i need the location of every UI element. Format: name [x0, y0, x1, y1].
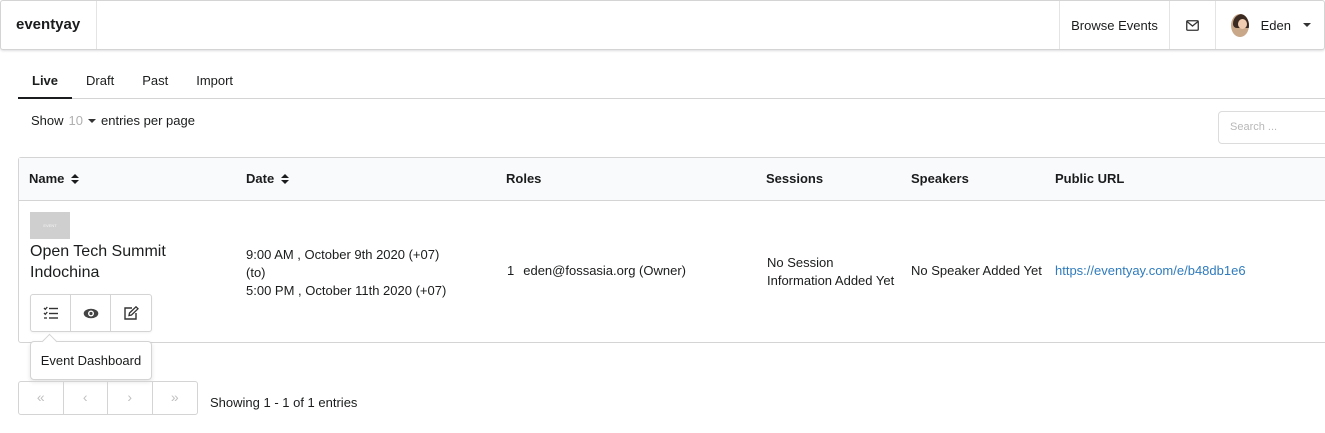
- event-speakers: No Speaker Added Yet: [911, 263, 1042, 278]
- column-name-label: Name: [29, 171, 65, 186]
- eye-icon: [83, 308, 98, 318]
- view-event-button[interactable]: [71, 295, 111, 331]
- sort-icon: [281, 173, 290, 185]
- show-label: Show: [31, 113, 64, 128]
- event-dashboard-tooltip: Event Dashboard: [30, 341, 152, 380]
- user-avatar: [1231, 13, 1249, 37]
- event-roles: 1 eden@fossasia.org (Owner): [507, 263, 686, 278]
- browse-events-link[interactable]: Browse Events: [1059, 1, 1169, 49]
- public-url-link[interactable]: https://eventyay.com/e/b48db1e6: [1055, 263, 1246, 278]
- role-entry: eden@fossasia.org (Owner): [523, 263, 687, 278]
- next-page-button[interactable]: ›: [108, 382, 153, 414]
- tab-draft[interactable]: Draft: [72, 64, 128, 99]
- event-date-separator: (to): [246, 265, 266, 280]
- per-page-select[interactable]: 10: [69, 113, 83, 128]
- edit-event-button[interactable]: [111, 295, 151, 331]
- event-sessions: No Session Information Added Yet: [767, 255, 895, 288]
- pagination-summary: Showing 1 - 1 of 1 entries: [210, 395, 358, 410]
- event-end-date: 5:00 PM , October 11th 2020 (+07): [246, 283, 447, 298]
- last-page-button[interactable]: »: [153, 382, 197, 414]
- event-thumbnail: EVENT: [30, 212, 70, 239]
- column-speakers: Speakers: [911, 171, 969, 186]
- first-page-button[interactable]: «: [19, 382, 64, 414]
- pagination: « ‹ › »: [18, 381, 198, 415]
- event-date: 9:00 AM , October 9th 2020 (+07) (to) 5:…: [246, 246, 446, 300]
- column-roles: Roles: [506, 171, 542, 186]
- chevron-down-icon: [1303, 23, 1311, 27]
- navbar-right: Browse Events Eden: [1059, 1, 1324, 49]
- event-name: Open Tech Summit Indochina: [30, 243, 166, 281]
- column-sessions: Sessions: [766, 171, 824, 186]
- tab-import[interactable]: Import: [182, 64, 247, 99]
- envelope-icon: [1186, 19, 1199, 31]
- event-dashboard-icon: [43, 306, 58, 319]
- column-date[interactable]: Date: [246, 158, 290, 200]
- search-input[interactable]: Search ...: [1218, 111, 1325, 144]
- row-actions: [30, 294, 152, 332]
- event-start-date: 9:00 AM , October 9th 2020 (+07): [246, 247, 440, 262]
- tab-past[interactable]: Past: [128, 64, 182, 99]
- user-name: Eden: [1260, 17, 1291, 33]
- event-dashboard-button[interactable]: [31, 295, 71, 331]
- notifications-button[interactable]: [1169, 1, 1215, 49]
- per-page-suffix: entries per page: [101, 113, 195, 128]
- chevron-down-icon[interactable]: [88, 118, 96, 123]
- brand-logo[interactable]: eventyay: [1, 1, 97, 49]
- user-menu[interactable]: Eden: [1215, 1, 1324, 49]
- tab-live[interactable]: Live: [18, 64, 73, 99]
- sort-icon: [71, 173, 80, 185]
- column-public-url: Public URL: [1055, 171, 1125, 186]
- top-navbar: eventyay Browse Events Eden: [0, 0, 1325, 50]
- edit-icon: [124, 305, 139, 320]
- column-date-label: Date: [246, 171, 275, 186]
- table-header: Name Date Roles Sessions Speakers Public…: [19, 158, 1325, 201]
- event-tabs: Live Draft Past Import: [18, 64, 1325, 99]
- role-count: 1: [507, 263, 515, 278]
- entries-per-page: Show 10 entries per page: [31, 113, 195, 128]
- prev-page-button[interactable]: ‹: [64, 382, 108, 414]
- events-table: Name Date Roles Sessions Speakers Public…: [18, 157, 1325, 343]
- column-name[interactable]: Name: [29, 158, 80, 200]
